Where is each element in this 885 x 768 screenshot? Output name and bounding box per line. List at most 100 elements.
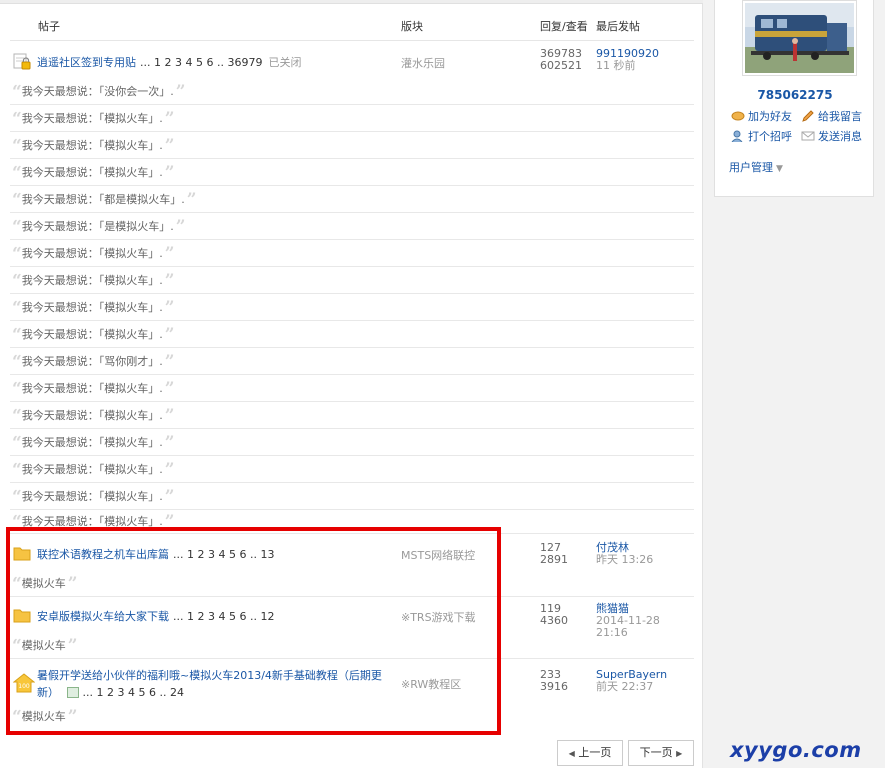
close-quote-icon: ” [164,324,175,345]
last-post-time: 11 秒前 [596,59,636,72]
quote-text: 我今天最想说：「模拟火车」. [21,436,163,449]
quote-text: 我今天最想说：「骂你刚才」. [21,355,163,368]
quote-text: 我今天最想说：「是模拟火车」. [21,220,174,233]
open-quote-icon: “ [12,486,22,507]
avatar[interactable] [742,0,857,76]
view-count: 2891 [540,553,568,566]
highlight-box [6,527,501,735]
next-page-button[interactable]: 下一页 ▶ [628,740,694,766]
thread-forum-link[interactable]: 灌水乐园 [401,55,445,71]
open-quote-icon: “ [12,216,22,237]
prev-page-button[interactable]: ◀ 上一页 [557,740,623,766]
open-quote-icon: “ [12,297,22,318]
thread-title-link[interactable]: 逍遥社区签到专用贴 ... 1 2 3 4 5 6 .. 36979 已关闭 [37,54,301,70]
quote-text: 我今天最想说：「模拟火车」. [21,274,163,287]
close-quote-icon: ” [164,270,175,291]
quote-row: “我今天最想说：「都是模拟火车」.” [10,186,694,213]
quote-text: 我今天最想说：「模拟火车」. [21,139,163,152]
profile-card: 785062275 加为好友 给我留言 打个招呼 发送消息 用户管理 ▼ [714,0,874,197]
avatar-photo [745,3,854,73]
quote-text: 我今天最想说：「模拟火车」. [21,463,163,476]
quote-row: “我今天最想说：「模拟火车」.” [10,402,694,429]
close-quote-icon: ” [164,162,175,183]
thread-pages[interactable]: ... 1 2 3 4 5 6 .. 36979 [140,56,262,69]
thread-stats: 369783 602521 [540,48,582,72]
close-quote-icon: ” [175,216,186,237]
thread-last-post: 991190920 11 秒前 [596,48,659,72]
quote-text: 我今天最想说：「模拟火车」. [21,382,163,395]
open-quote-icon: “ [12,189,22,210]
thread-closed-label: 已关闭 [268,56,302,69]
prev-page-label: 上一页 [578,746,612,759]
thread-last-post: SuperBayern 前天 22:37 [596,669,667,693]
view-count: 4360 [540,614,568,627]
quote-text: 我今天最想说：「都是模拟火车」. [21,193,185,206]
thread-last-post: 付茂林 昨天 13:26 [596,542,653,566]
quote-row: “我今天最想说：「模拟火车」.” [10,240,694,267]
thread-title-text[interactable]: 逍遥社区签到专用贴 [37,56,136,69]
close-quote-icon: ” [164,135,175,156]
open-quote-icon: “ [12,243,22,264]
open-quote-icon: “ [12,378,22,399]
quote-row: “我今天最想说：「模拟火车」.” [10,105,694,132]
close-quote-icon: ” [164,297,175,318]
column-header-last-post: 最后发帖 [596,20,640,33]
chevron-right-icon: ▶ [676,749,683,758]
open-quote-icon: “ [12,432,22,453]
send-message-label[interactable]: 发送消息 [818,130,862,143]
send-message-link[interactable]: 发送消息 [801,128,862,144]
greet-label[interactable]: 打个招呼 [748,130,792,143]
open-quote-icon: “ [12,324,22,345]
open-quote-icon: “ [12,459,22,480]
greet-link[interactable]: 打个招呼 [731,128,792,144]
leave-message-link[interactable]: 给我留言 [801,108,862,124]
quote-row: “我今天最想说：「没你会一次」.” [10,78,694,105]
quote-text: 我今天最想说：「模拟火车」. [21,247,163,260]
close-quote-icon: ” [164,405,175,426]
person-icon [731,130,745,143]
top-border [0,0,703,4]
handshake-icon [731,110,745,122]
open-quote-icon: “ [12,405,22,426]
add-friend-label[interactable]: 加为好友 [748,110,792,123]
quote-row: “我今天最想说：「模拟火车」.” [10,294,694,321]
quote-text: 我今天最想说：「模拟火车」. [21,328,163,341]
user-manage-label[interactable]: 用户管理 [729,161,773,174]
last-post-time: 昨天 13:26 [596,553,654,566]
quote-row: “我今天最想说：「模拟火车」.” [10,429,694,456]
profile-username[interactable]: 785062275 [715,88,875,102]
close-quote-icon: ” [164,108,175,129]
quote-text: 我今天最想说：「模拟火车」. [21,490,163,503]
thread-list-panel: 帖子 版块 回复/查看 最后发帖 逍遥社区签到专用贴 ... 1 2 3 4 5 … [0,0,703,768]
quote-text: 我今天最想说：「模拟火车」. [21,301,163,314]
quote-row: “我今天最想说：「模拟火车」.” [10,483,694,510]
last-post-time: 前天 22:37 [596,680,654,693]
user-manage-menu[interactable]: 用户管理 ▼ [729,159,783,175]
chevron-down-icon: ▼ [776,164,783,174]
add-friend-link[interactable]: 加为好友 [731,108,792,124]
header-divider [10,40,694,41]
open-quote-icon: “ [12,270,22,291]
open-quote-icon: “ [12,351,22,372]
thread-stats: 127 2891 [540,542,568,566]
close-quote-icon: ” [164,378,175,399]
next-page-label: 下一页 [639,746,673,759]
quote-row: “我今天最想说：「是模拟火车」.” [10,213,694,240]
site-watermark: xyygo.com [730,738,862,762]
leave-message-label[interactable]: 给我留言 [818,110,862,123]
quote-row: “我今天最想说：「模拟火车」.” [10,456,694,483]
quote-text: 我今天最想说：「模拟火车」. [21,409,163,422]
chevron-left-icon: ◀ [568,749,575,758]
column-header-stats: 回复/查看 [540,20,588,33]
close-quote-icon: ” [164,351,175,372]
thread-row-sticky[interactable]: 逍遥社区签到专用贴 ... 1 2 3 4 5 6 .. 36979 已关闭 灌水乐… [10,46,694,78]
view-count: 602521 [540,59,582,72]
quote-row: “我今天最想说：「模拟火车」.” [10,321,694,348]
close-quote-icon: ” [164,486,175,507]
quote-row: “我今天最想说：「模拟火车」.” [10,159,694,186]
quote-row: “我今天最想说：「模拟火车」.” [10,132,694,159]
quote-row: “我今天最想说：「模拟火车」.” [10,267,694,294]
open-quote-icon: “ [12,162,22,183]
quote-row: “我今天最想说：「骂你刚才」.” [10,348,694,375]
open-quote-icon: “ [12,81,22,102]
